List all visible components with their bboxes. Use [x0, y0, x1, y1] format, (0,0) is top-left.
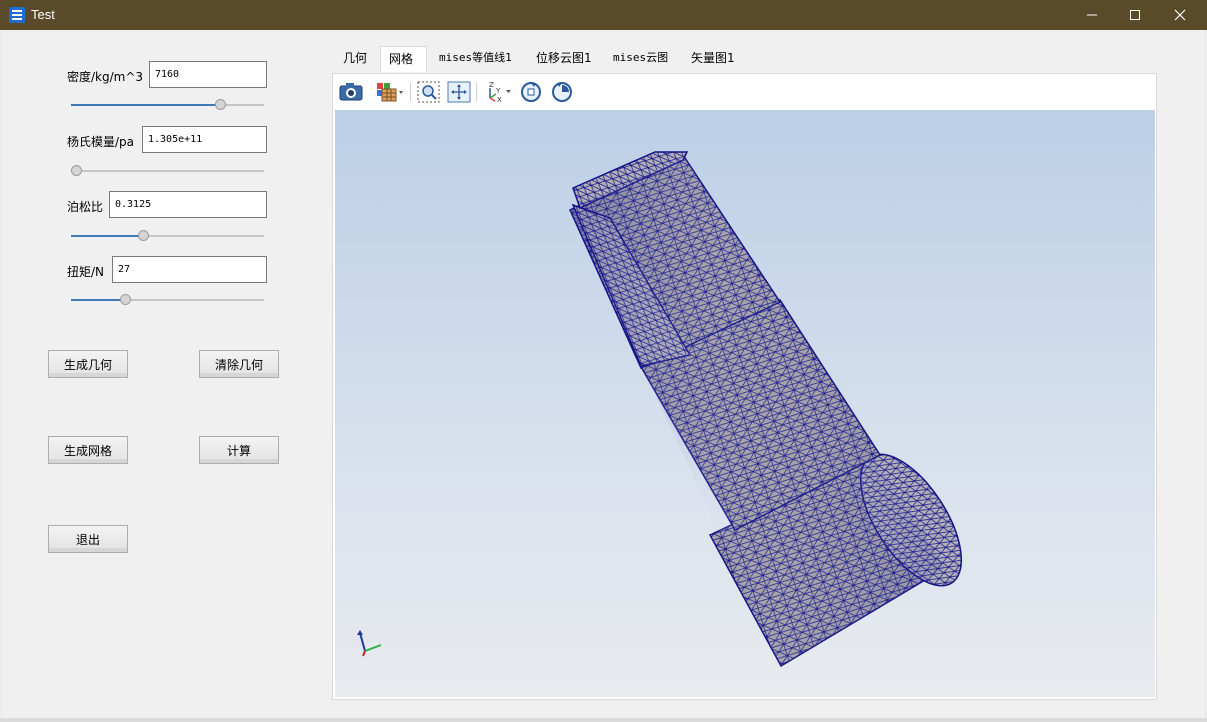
youngs-modulus-label: 杨氏模量/pa — [67, 135, 135, 149]
slider-handle[interactable] — [138, 230, 150, 241]
axis-view-icon: Z Y X — [489, 81, 511, 104]
slider-handle[interactable] — [120, 294, 132, 305]
density-input[interactable] — [149, 61, 267, 88]
maximize-button[interactable] — [1112, 0, 1158, 30]
poisson-ratio-input[interactable] — [109, 191, 267, 218]
tab-mesh[interactable]: 网格 — [380, 46, 427, 72]
compute-button[interactable]: 计算 — [199, 436, 279, 464]
screenshot-button[interactable] — [338, 80, 364, 104]
minimize-icon — [1087, 14, 1097, 16]
mesh-tab-pane: Z Y X — [332, 73, 1157, 700]
density-label: 密度/kg/m^3 — [67, 70, 144, 84]
svg-text:Y: Y — [495, 87, 501, 95]
torque-slider[interactable] — [71, 292, 264, 308]
zoom-window-button[interactable] — [416, 80, 442, 104]
rotate-left-button[interactable] — [518, 80, 544, 104]
tab-mises-contour[interactable]: mises等值线1 — [431, 46, 520, 72]
main-window: 密度/kg/m^3 杨氏模量/pa 泊松比 扭矩/N 生成几何 清除几何 生成网… — [1, 30, 1206, 719]
minimize-button[interactable] — [1069, 0, 1115, 30]
mesh-model — [569, 151, 963, 668]
axis-view-button[interactable]: Z Y X — [484, 80, 514, 104]
youngs-modulus-slider[interactable] — [71, 163, 264, 179]
slider-handle[interactable] — [214, 99, 226, 110]
rotate-right-button[interactable] — [549, 80, 575, 104]
generate-mesh-button[interactable]: 生成网格 — [48, 436, 128, 464]
exit-button[interactable]: 退出 — [48, 525, 128, 553]
close-icon — [1174, 9, 1186, 21]
density-slider[interactable] — [71, 97, 264, 113]
youngs-modulus-input[interactable] — [142, 126, 267, 153]
tab-vector[interactable]: 矢量图1 — [683, 46, 743, 72]
camera-icon — [339, 83, 363, 101]
tab-geometry[interactable]: 几何 — [335, 46, 375, 72]
window-bottom-edge — [0, 718, 1207, 722]
torque-label: 扭矩/N — [67, 265, 105, 279]
svg-text:Z: Z — [489, 81, 494, 89]
fit-all-icon — [447, 81, 471, 103]
tab-displacement[interactable]: 位移云图1 — [528, 46, 600, 72]
rotate-right-icon — [552, 82, 572, 102]
svg-text:X: X — [497, 96, 502, 104]
poisson-ratio-label: 泊松比 — [67, 200, 104, 214]
generate-geometry-button[interactable]: 生成几何 — [48, 350, 128, 378]
clear-geometry-button[interactable]: 清除几何 — [199, 350, 279, 378]
close-button[interactable] — [1157, 0, 1203, 30]
window-title: Test — [31, 7, 55, 22]
view-toolbar: Z Y X — [333, 74, 1156, 109]
torque-input[interactable] — [112, 256, 267, 283]
title-bar: Test — [0, 0, 1207, 30]
slider-handle[interactable] — [71, 165, 82, 176]
rotate-left-icon — [521, 82, 541, 102]
fit-all-button[interactable] — [446, 80, 472, 104]
axis-triad — [357, 630, 382, 657]
3d-viewport[interactable] — [335, 110, 1155, 697]
display-mode-button[interactable] — [374, 80, 406, 104]
tab-mises-cloud[interactable]: mises云图 — [605, 46, 676, 72]
zoom-window-icon — [417, 81, 440, 103]
shaft-body — [569, 151, 963, 668]
maximize-icon — [1130, 10, 1140, 20]
display-mode-icon — [377, 83, 403, 102]
poisson-ratio-slider[interactable] — [71, 228, 264, 244]
app-icon — [9, 7, 25, 23]
